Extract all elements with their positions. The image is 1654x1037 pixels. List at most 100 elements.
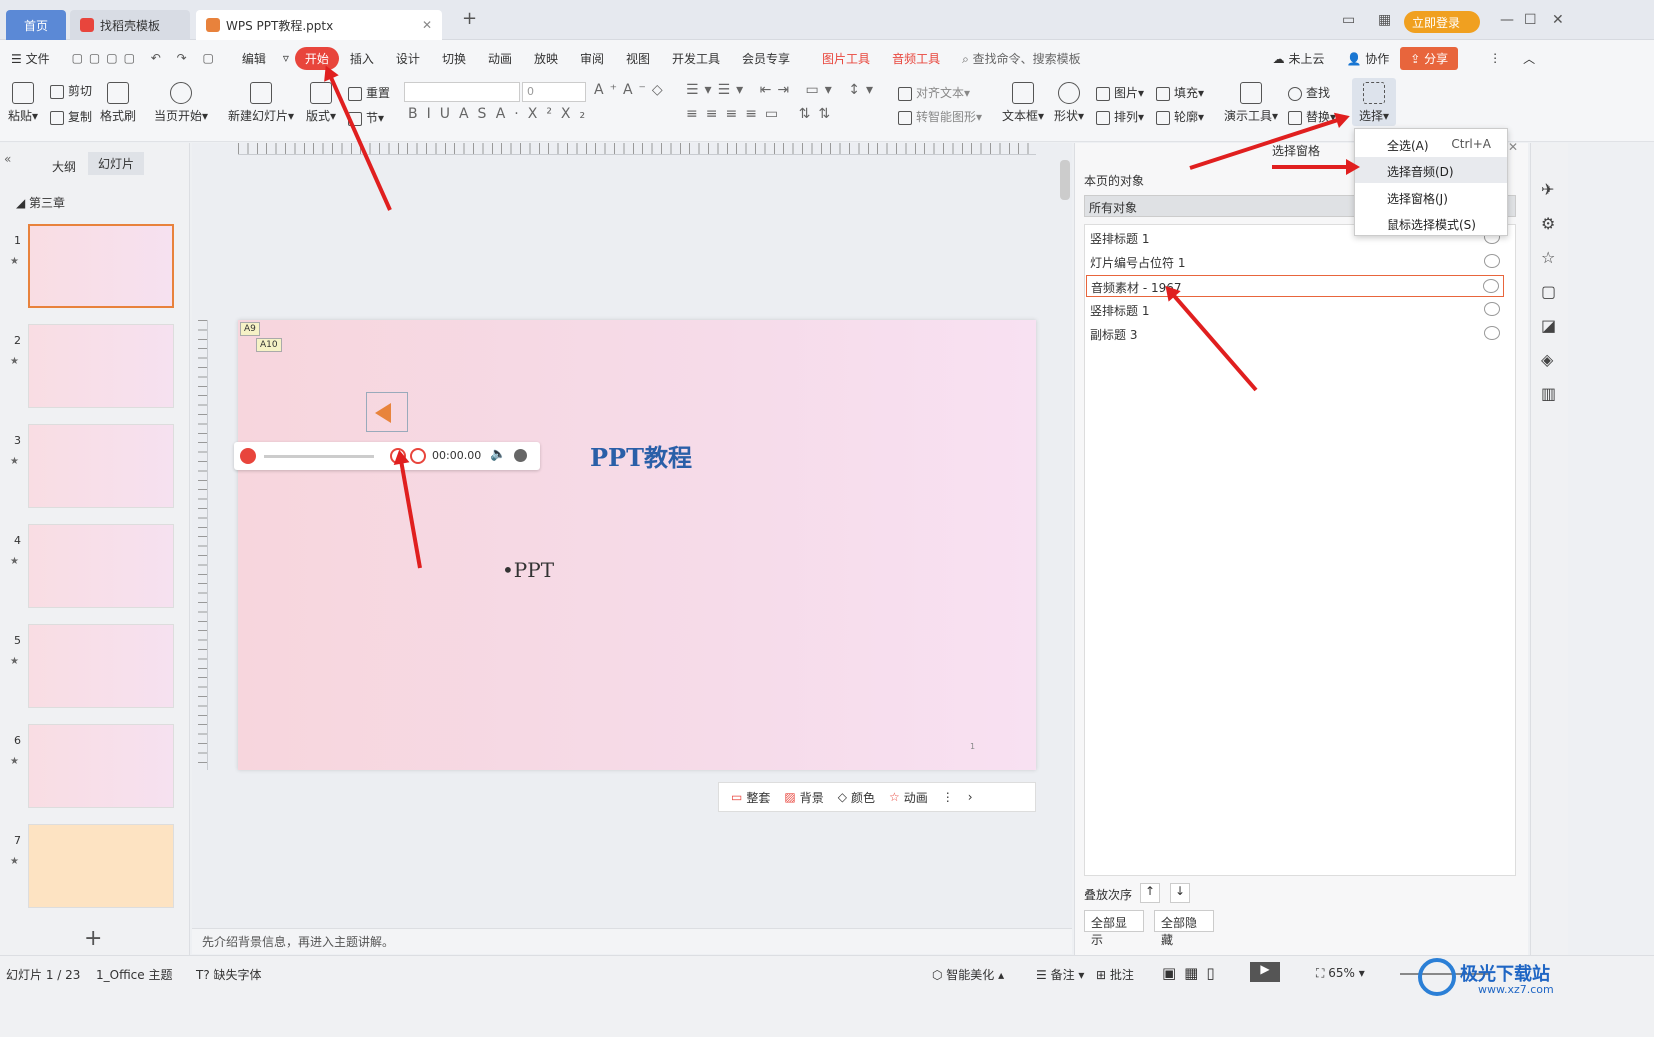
menu-member[interactable]: 会员专享 <box>731 50 801 67</box>
notes-button[interactable]: ☰ 备注 ▾ <box>1036 966 1084 983</box>
play-from-current-button[interactable]: 当页开始▾ <box>154 82 208 124</box>
sidebar-icons[interactable]: ✈ ⚙ ☆ ▢ ◪ ◈ ▥ <box>1531 143 1568 411</box>
theme-name[interactable]: 1_Office 主题 <box>96 966 172 983</box>
add-slide-icon[interactable]: + <box>84 926 102 951</box>
slide-bullet[interactable]: •PPT <box>502 558 554 582</box>
menu-design[interactable]: 设计 <box>385 50 431 67</box>
info-icon[interactable] <box>514 449 527 462</box>
slide-thumbnail[interactable] <box>28 724 174 808</box>
slide-thumbnail[interactable] <box>28 224 174 308</box>
menu-switch[interactable]: 切换 <box>431 50 477 67</box>
cut-button[interactable]: 剪切 <box>50 82 92 99</box>
more-icon[interactable]: ⋮ <box>1478 51 1512 65</box>
layout-icon[interactable]: ▭ <box>1342 12 1355 28</box>
menu-review[interactable]: 审阅 <box>569 50 615 67</box>
picture-button[interactable]: 图片▾ <box>1096 84 1144 101</box>
comment-button[interactable]: ⊞ 批注 <box>1096 966 1134 983</box>
audio-progress[interactable] <box>264 455 374 458</box>
select-pane-item[interactable]: 选择窗格(J) <box>1355 184 1507 210</box>
new-tab-icon[interactable]: + <box>462 8 477 29</box>
minimize-icon[interactable]: — <box>1500 12 1514 28</box>
menu-view[interactable]: 视图 <box>615 50 661 67</box>
slideshow-play-icon[interactable]: ▶ <box>1250 962 1280 982</box>
animation-button[interactable]: 动画 <box>904 789 928 806</box>
file-menu[interactable]: ☰ 文件 <box>0 50 61 67</box>
slide-thumbnail[interactable] <box>28 824 174 908</box>
slide-thumbnail[interactable] <box>28 624 174 708</box>
search-command[interactable]: ⌕ 查找命令、搜索模板 <box>951 50 1092 67</box>
font-family-select[interactable] <box>404 82 520 102</box>
fill-button[interactable]: 填充▾ <box>1156 84 1204 101</box>
edit-menu[interactable]: 编辑 <box>231 50 277 67</box>
missing-font[interactable]: T? 缺失字体 <box>196 966 262 983</box>
object-list-item[interactable]: 副标题 3 <box>1086 323 1504 345</box>
hide-all-button[interactable]: 全部隐藏 <box>1154 910 1214 947</box>
volume-icon[interactable]: 🔈 <box>490 447 506 462</box>
zoom-level[interactable]: ⛶ 65% ▾ <box>1316 966 1365 981</box>
audio-object[interactable] <box>366 392 408 432</box>
section-chapter[interactable]: ◢ 第三章 <box>16 194 65 211</box>
layout-button[interactable]: 版式▾ <box>306 82 336 124</box>
collapse-icon[interactable]: ︿ <box>1512 50 1546 67</box>
more-dropdown-icon[interactable]: ▿ <box>277 51 295 65</box>
tab-template[interactable]: 找稻壳模板 <box>70 10 190 40</box>
smartart-button[interactable]: 转智能图形▾ <box>898 108 982 125</box>
grid-icon[interactable]: ▦ <box>1378 12 1391 28</box>
new-slide-button[interactable]: 新建幻灯片▾ <box>228 82 294 124</box>
menu-insert[interactable]: 插入 <box>339 50 385 67</box>
pane-close-icon[interactable]: ✕ <box>1508 140 1518 154</box>
more-icon-2[interactable]: ⋮ <box>942 790 954 804</box>
cloud-status[interactable]: ☁ 未上云 <box>1262 50 1336 67</box>
collapse-pane-icon[interactable]: « <box>4 152 11 166</box>
window-close-icon[interactable]: ✕ <box>1552 12 1564 28</box>
align-text-button[interactable]: 对齐文本▾ <box>898 84 970 101</box>
audio-player[interactable]: 00:00.00 🔈 <box>234 442 540 470</box>
select-all-item[interactable]: 全选(A) Ctrl+A <box>1355 131 1507 157</box>
present-tools-button[interactable]: 演示工具▾ <box>1224 82 1278 124</box>
menu-audio-tool[interactable]: 音频工具 <box>881 50 951 67</box>
share-button[interactable]: ⇪ 分享 <box>1400 46 1459 70</box>
vertical-scrollbar[interactable] <box>1060 160 1070 200</box>
paste-button[interactable]: 粘贴▾ <box>8 82 38 124</box>
find-button[interactable]: 查找 <box>1288 84 1330 101</box>
login-button[interactable]: 立即登录 <box>1404 11 1480 33</box>
tab-home[interactable]: 首页 <box>6 10 66 40</box>
slide-canvas[interactable]: A9 A10 00:00.00 🔈 PPT教程 •PPT 1 <box>234 320 1036 770</box>
show-all-button[interactable]: 全部显示 <box>1084 910 1144 947</box>
font-grow-icons[interactable]: A⁺A⁻◇ <box>594 82 669 98</box>
maximize-icon[interactable]: ☐ <box>1524 12 1537 28</box>
visibility-eye-icon[interactable] <box>1484 326 1500 340</box>
notes-area[interactable]: 先介绍背景信息，再进入主题讲解。 <box>192 928 1072 954</box>
select-button[interactable]: 选择▾ <box>1352 78 1396 126</box>
shape-button[interactable]: 形状▾ <box>1054 82 1084 124</box>
outline-button[interactable]: 轮廓▾ <box>1156 108 1204 125</box>
arrange-button[interactable]: 排列▾ <box>1096 108 1144 125</box>
quick-access-icons[interactable]: ▢▢▢▢ ↶ ↷ ▢ <box>61 51 231 65</box>
menu-animation[interactable]: 动画 <box>477 50 523 67</box>
mouse-select-mode-item[interactable]: 鼠标选择模式(S) <box>1355 210 1507 236</box>
visibility-eye-icon[interactable] <box>1484 302 1500 316</box>
menu-dev[interactable]: 开发工具 <box>661 50 731 67</box>
slide-thumbnail[interactable] <box>28 324 174 408</box>
textbox-button[interactable]: 文本框▾ <box>1002 82 1044 124</box>
object-list-item[interactable]: 竖排标题 1 <box>1086 299 1504 321</box>
slide-thumbnail[interactable] <box>28 524 174 608</box>
color-button[interactable]: 颜色 <box>851 789 875 806</box>
tab-slides[interactable]: 幻灯片 <box>88 152 145 175</box>
next-icon[interactable]: › <box>968 790 973 804</box>
close-icon[interactable]: ✕ <box>422 18 432 32</box>
beautify-button[interactable]: ⬡ 智能美化 ▴ <box>932 966 1004 983</box>
select-audio-item[interactable]: 选择音频(D) <box>1355 157 1507 183</box>
object-list-item[interactable]: 音频素材 - 1967 <box>1086 275 1504 297</box>
view-mode-icons[interactable]: ▣▦▯ <box>1162 964 1223 982</box>
font-size-select[interactable]: 0 <box>522 82 586 102</box>
move-up-icon[interactable]: ↑ <box>1140 883 1160 903</box>
audio-play-icon[interactable] <box>240 448 256 464</box>
visibility-eye-icon[interactable] <box>1483 279 1499 293</box>
slide-thumbnail[interactable] <box>28 424 174 508</box>
tab-document[interactable]: WPS PPT教程.pptx ✕ <box>196 10 442 40</box>
align-icons[interactable]: ≡≡≡≡▭ ⇅⇅ <box>686 106 838 122</box>
tab-outline[interactable]: 大纲 <box>52 158 76 175</box>
menu-play[interactable]: 放映 <box>523 50 569 67</box>
menu-picture-tool[interactable]: 图片工具 <box>811 50 881 67</box>
